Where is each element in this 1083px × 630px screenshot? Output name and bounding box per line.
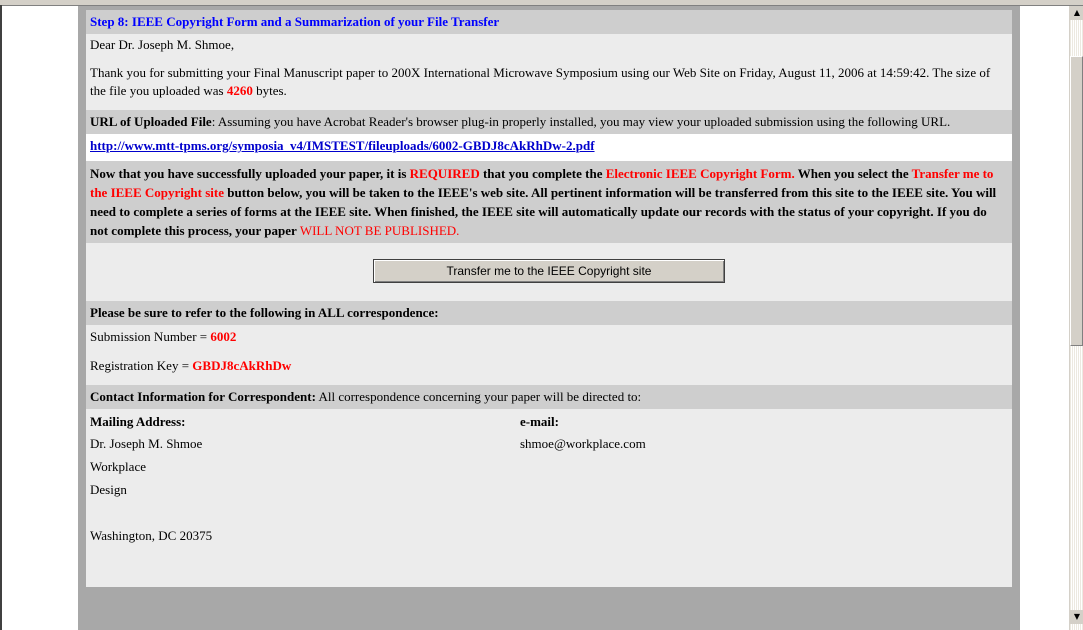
contact-heading: Contact Information for Correspondent: A… [86, 385, 1012, 409]
url-row: http://www.mtt-tpms.org/symposia_v4/IMST… [86, 134, 1012, 161]
greeting-block: Dear Dr. Joseph M. Shmoe, Thank you for … [86, 34, 1012, 110]
registration-key: Registration Key = GBDJ8cAkRhDw [86, 357, 1012, 385]
notice-not-published: WILL NOT BE PUBLISHED [299, 223, 457, 238]
url-text: : Assuming you have Acrobat Reader's bro… [211, 114, 951, 129]
submission-number: Submission Number = 6002 [86, 325, 1012, 357]
scroll-thumb[interactable] [1070, 56, 1083, 346]
email-column: e-mail: shmoe@workplace.com [520, 412, 1008, 547]
scroll-up-icon[interactable]: ▲ [1070, 6, 1083, 20]
address-line: Dr. Joseph M. Shmoe [90, 436, 203, 451]
thanks-text-end: bytes. [252, 83, 287, 98]
reference-block: Submission Number = 6002 Registration Ke… [86, 325, 1012, 385]
url-label: URL of Uploaded File [90, 114, 212, 129]
contact-label: Contact Information for Correspondent: [90, 389, 316, 404]
file-size: 4260 [226, 83, 253, 98]
address-line [90, 501, 520, 524]
copyright-notice: Now that you have successfully uploaded … [86, 161, 1012, 243]
mailing-address-heading: Mailing Address: [90, 414, 186, 429]
address-line: Workplace [90, 459, 146, 474]
content-table: Step 8: IEEE Copyright Form and a Summar… [86, 10, 1012, 587]
mailing-address-column: Mailing Address: Dr. Joseph M. Shmoe Wor… [90, 412, 520, 547]
url-description: URL of Uploaded File: Assuming you have … [86, 110, 1012, 134]
registration-label: Registration Key = [90, 358, 193, 373]
email-value: shmoe@workplace.com [520, 436, 646, 451]
notice-text-5: . [456, 223, 460, 238]
notice-text-4: button below, you will be taken to the I… [90, 185, 997, 238]
button-row: Transfer me to the IEEE Copyright site [86, 243, 1012, 301]
page-frame: Step 8: IEEE Copyright Form and a Summar… [78, 6, 1020, 630]
registration-value: GBDJ8cAkRhDw [192, 358, 292, 373]
transfer-copyright-button[interactable]: Transfer me to the IEEE Copyright site [373, 259, 725, 283]
notice-required: REQUIRED [409, 166, 480, 181]
scroll-down-icon[interactable]: ▼ [1070, 610, 1083, 624]
notice-text-1: Now that you have successfully uploaded … [90, 166, 410, 181]
contact-text: All correspondence concerning your paper… [315, 389, 642, 404]
greeting: Dear Dr. Joseph M. Shmoe, [90, 37, 235, 52]
notice-text-3: When you select the [794, 166, 912, 181]
thanks-text: Thank you for submitting your Final Manu… [90, 65, 991, 98]
email-heading: e-mail: [520, 414, 559, 429]
address-line: Washington, DC 20375 [90, 528, 213, 543]
submission-label: Submission Number = [90, 329, 211, 344]
contact-details: Mailing Address: Dr. Joseph M. Shmoe Wor… [86, 409, 1012, 587]
uploaded-file-link[interactable]: http://www.mtt-tpms.org/symposia_v4/IMST… [90, 138, 595, 153]
submission-value: 6002 [210, 329, 237, 344]
refer-heading: Please be sure to refer to the following… [86, 301, 1012, 325]
vertical-scrollbar[interactable]: ▲ ▼ [1069, 6, 1083, 630]
notice-text-2: that you complete the [479, 166, 606, 181]
step-title: Step 8: IEEE Copyright Form and a Summar… [86, 10, 1012, 34]
window-left-border [0, 5, 2, 630]
notice-form-name: Electronic IEEE Copyright Form. [605, 166, 795, 181]
address-line: Design [90, 482, 127, 497]
thanks-paragraph: Thank you for submitting your Final Manu… [86, 64, 1012, 110]
